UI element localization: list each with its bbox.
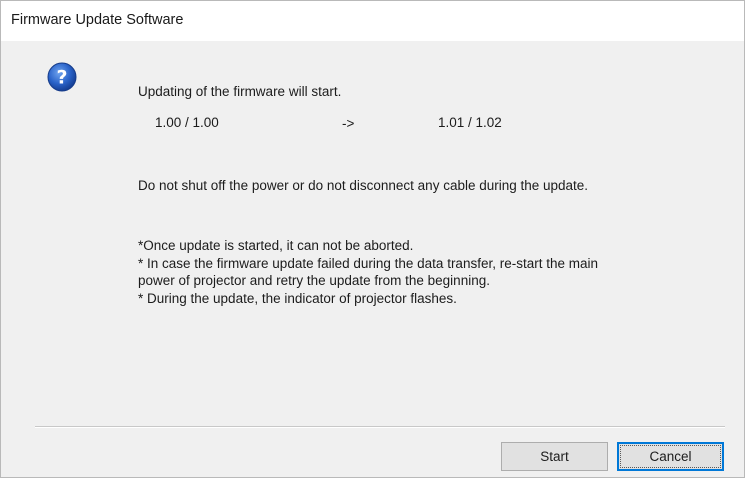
start-button[interactable]: Start xyxy=(501,442,608,471)
note-line: * In case the firmware update failed dur… xyxy=(138,256,598,271)
button-separator xyxy=(35,426,725,428)
focus-ring xyxy=(620,445,721,468)
power-warning: Do not shut off the power or do not disc… xyxy=(138,178,589,193)
note-line: *Once update is started, it can not be a… xyxy=(138,238,414,253)
new-version: 1.01 / 1.02 xyxy=(438,115,502,130)
start-button-label: Start xyxy=(540,449,569,464)
update-heading: Updating of the firmware will start. xyxy=(138,84,342,99)
version-arrow: -> xyxy=(342,116,355,131)
note-line: power of projector and retry the update … xyxy=(138,273,490,288)
cancel-button[interactable]: Cancel xyxy=(617,442,724,471)
firmware-update-dialog: Firmware Update Software ? Updating of t… xyxy=(0,0,745,478)
current-version: 1.00 / 1.00 xyxy=(155,115,219,130)
svg-text:?: ? xyxy=(56,67,67,89)
question-icon: ? xyxy=(47,62,77,92)
window-title: Firmware Update Software xyxy=(11,12,184,28)
title-bar[interactable]: Firmware Update Software xyxy=(1,1,744,41)
note-line: * During the update, the indicator of pr… xyxy=(138,291,457,306)
